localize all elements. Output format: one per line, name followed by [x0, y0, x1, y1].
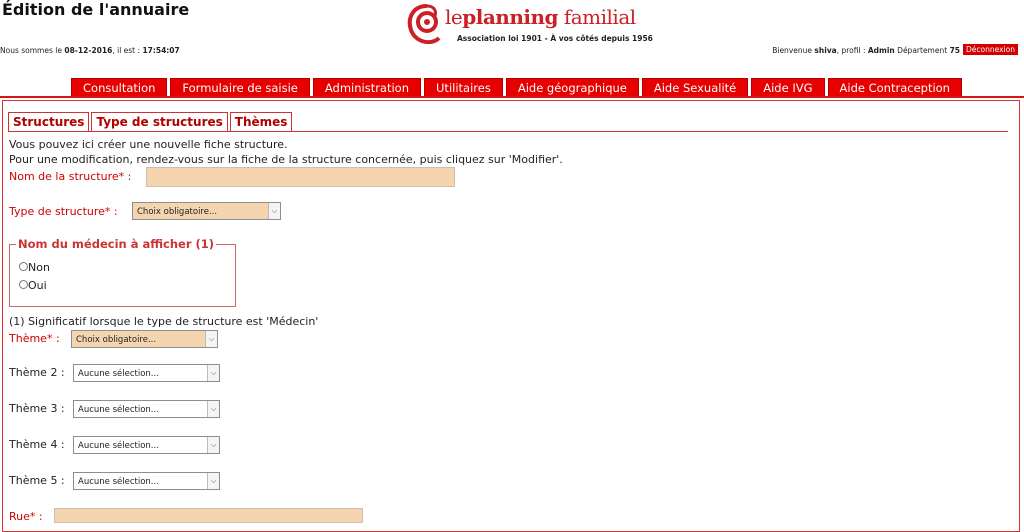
nav-administration[interactable]: Administration: [312, 78, 422, 98]
chevron-down-icon: ⌵: [207, 401, 219, 417]
logo-planning: planning: [462, 5, 558, 29]
main-nav: Consultation Formulaire de saisie Admini…: [71, 78, 962, 98]
user-profile: Admin: [867, 46, 895, 55]
chevron-down-icon: ⌵: [207, 437, 219, 453]
logout-button[interactable]: Déconnexion: [963, 44, 1018, 55]
logo-subtitle: Association loi 1901 - À vos côtés depui…: [457, 34, 653, 43]
tab-type-structures[interactable]: Type de structures: [91, 112, 228, 132]
theme4-value: Aucune sélection...: [78, 441, 159, 451]
rue-label: Rue* :: [9, 510, 43, 523]
user-name: shiva: [814, 46, 837, 55]
dept-value: 75: [949, 46, 960, 55]
planning-familial-logo: leplanning familial Association loi 1901…: [405, 2, 655, 52]
type-structure-select[interactable]: Choix obligatoire... ⌵: [132, 202, 281, 220]
radio-non[interactable]: [19, 262, 28, 271]
medecin-fieldset: [9, 244, 236, 307]
tab-structures[interactable]: Structures: [8, 112, 90, 132]
nav-divider: [0, 96, 1024, 98]
logo-text: leplanning familial: [445, 5, 636, 29]
theme-select[interactable]: Choix obligatoire... ⌵: [71, 330, 218, 348]
radio-oui[interactable]: [19, 280, 28, 289]
tab-divider: [8, 131, 1008, 132]
date-prefix: Nous sommes le: [0, 46, 62, 55]
theme5-select[interactable]: Aucune sélection... ⌵: [73, 472, 220, 490]
welcome-prefix: Bienvenue: [772, 46, 812, 55]
theme3-value: Aucune sélection...: [78, 405, 159, 415]
date-value: 08-12-2016: [64, 46, 113, 55]
page-title: Édition de l'annuaire: [2, 0, 190, 19]
nom-structure-label: Nom de la structure* :: [9, 170, 132, 183]
dept-prefix: Département: [897, 46, 948, 55]
tab-bar: Structures Type de structures Thèmes: [8, 112, 293, 132]
type-structure-label: Type de structure* :: [9, 205, 118, 218]
profile-prefix: , profil :: [836, 46, 866, 55]
theme-value: Choix obligatoire...: [76, 335, 157, 345]
theme5-value: Aucune sélection...: [78, 477, 159, 487]
medecin-note: (1) Significatif lorsque le type de stru…: [9, 315, 319, 328]
logo-familial: familial: [563, 5, 636, 29]
nom-structure-input[interactable]: [146, 167, 455, 187]
time-value: 17:54:07: [142, 46, 180, 55]
theme2-label: Thème 2 :: [9, 366, 65, 379]
user-info: Bienvenue shiva, profil : Admin Départem…: [772, 46, 960, 55]
nav-utilitaires[interactable]: Utilitaires: [424, 78, 503, 98]
radio-non-option[interactable]: Non: [19, 261, 50, 274]
intro-text-1: Vous pouvez ici créer une nouvelle fiche…: [9, 138, 288, 151]
theme3-label: Thème 3 :: [9, 402, 65, 415]
chevron-down-icon: ⌵: [207, 473, 219, 489]
theme3-select[interactable]: Aucune sélection... ⌵: [73, 400, 220, 418]
theme2-value: Aucune sélection...: [78, 369, 159, 379]
nav-consultation[interactable]: Consultation: [71, 78, 168, 98]
chevron-down-icon: ⌵: [207, 365, 219, 381]
tab-themes[interactable]: Thèmes: [229, 112, 293, 132]
theme2-select[interactable]: Aucune sélection... ⌵: [73, 364, 220, 382]
chevron-down-icon: ⌵: [268, 203, 280, 219]
theme5-label: Thème 5 :: [9, 474, 65, 487]
medecin-legend: Nom du médecin à afficher (1): [16, 237, 217, 251]
type-structure-value: Choix obligatoire...: [137, 207, 218, 217]
theme4-select[interactable]: Aucune sélection... ⌵: [73, 436, 220, 454]
chevron-down-icon: ⌵: [205, 331, 217, 347]
nav-formulaire-saisie[interactable]: Formulaire de saisie: [170, 78, 310, 98]
radio-oui-option[interactable]: Oui: [19, 279, 47, 292]
radio-oui-label: Oui: [28, 279, 47, 292]
time-prefix: , il est :: [112, 46, 141, 55]
nav-aide-geographique[interactable]: Aide géographique: [505, 78, 639, 98]
theme4-label: Thème 4 :: [9, 438, 65, 451]
logo-swirl-icon: [407, 4, 441, 45]
nav-aide-ivg[interactable]: Aide IVG: [751, 78, 825, 98]
theme-label: Thème* :: [9, 332, 60, 345]
radio-non-label: Non: [28, 261, 50, 274]
logo-le: le: [445, 5, 463, 29]
nav-aide-sexualite[interactable]: Aide Sexualité: [641, 78, 749, 98]
date-line: Nous sommes le 08-12-2016, il est : 17:5…: [0, 46, 180, 55]
intro-text-2: Pour une modification, rendez-vous sur l…: [9, 153, 563, 166]
nav-aide-contraception[interactable]: Aide Contraception: [827, 78, 962, 98]
